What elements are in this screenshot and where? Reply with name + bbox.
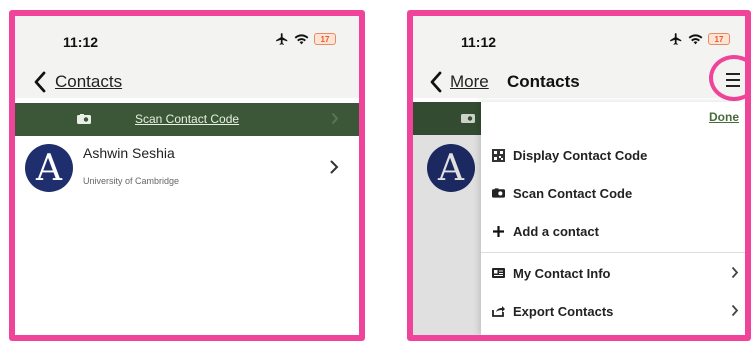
menu-item-label: Export Contacts (513, 303, 614, 319)
chevron-right-icon (330, 160, 339, 174)
status-icons: 17 (669, 32, 730, 46)
share-icon (491, 304, 505, 318)
qr-code-icon (491, 148, 505, 162)
menu-item-scan-contact-code[interactable]: Scan Contact Code (481, 174, 745, 212)
menu-item-label: Display Contact Code (513, 147, 648, 163)
back-button-more[interactable]: More (450, 72, 489, 92)
contact-row[interactable]: A Ashwin Seshia University of Cambridge (15, 138, 359, 198)
right-phone-screen: 11:12 17 More Contacts A Done Display Co… (407, 10, 751, 341)
status-time: 11:12 (461, 34, 497, 50)
status-time: 11:12 (63, 34, 99, 50)
contact-name: Ashwin Seshia (83, 145, 175, 161)
chevron-left-icon[interactable] (429, 71, 443, 93)
menu-item-export-contacts[interactable]: Export Contacts (481, 292, 745, 330)
menu-item-display-contact-code[interactable]: Display Contact Code (481, 136, 745, 174)
status-icons: 17 (275, 32, 336, 46)
menu-item-label: Add a contact (513, 223, 599, 239)
left-phone-screen: 11:12 17 Contacts Scan Contact Code A As… (9, 10, 365, 341)
camera-icon (491, 186, 505, 200)
id-card-icon (491, 266, 505, 280)
back-button-contacts[interactable]: Contacts (55, 72, 122, 92)
airplane-icon (276, 33, 288, 45)
scan-contact-code-label[interactable]: Scan Contact Code (135, 112, 239, 126)
menu-item-my-contact-info[interactable]: My Contact Info (481, 254, 745, 292)
chevron-right-icon (731, 266, 739, 279)
plus-icon (491, 224, 505, 238)
scan-contact-code-bar[interactable]: Scan Contact Code (15, 103, 359, 136)
battery-indicator: 17 (314, 33, 336, 45)
menu-item-add-contact[interactable]: Add a contact (481, 212, 745, 250)
divider (481, 252, 745, 253)
done-button[interactable]: Done (709, 110, 739, 124)
avatar: A (25, 144, 73, 192)
airplane-icon (670, 33, 682, 45)
wifi-icon (294, 34, 309, 45)
menu-item-label: Scan Contact Code (513, 185, 633, 201)
page-title: Contacts (507, 72, 580, 91)
menu-item-label: My Contact Info (513, 265, 611, 281)
camera-icon (77, 114, 91, 124)
contact-organization: University of Cambridge (83, 176, 180, 186)
wifi-icon (688, 34, 703, 45)
actions-menu-sheet: Done Display Contact Code Scan Contact C… (481, 102, 745, 335)
highlight-circle (709, 55, 745, 101)
chevron-left-icon[interactable] (33, 71, 47, 93)
chevron-right-icon (731, 304, 739, 317)
battery-indicator: 17 (708, 33, 730, 45)
chevron-right-icon (331, 112, 339, 125)
